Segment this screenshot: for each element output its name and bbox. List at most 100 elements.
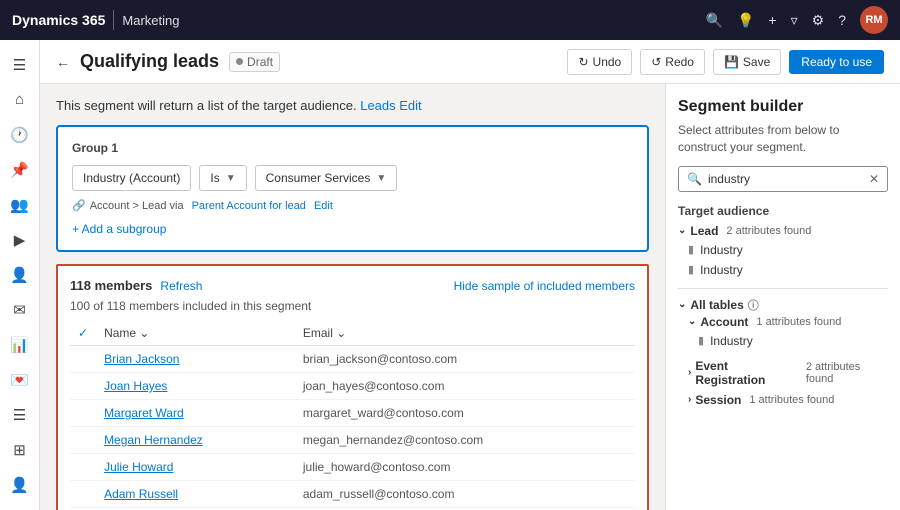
edit-link[interactable]: Edit bbox=[399, 98, 421, 113]
brand-divider bbox=[113, 10, 114, 30]
header-actions: ↻ Undo ↺ Redo 💾 Save Ready to use bbox=[567, 49, 884, 75]
main-layout: ☰ ⌂ 🕐 📌 👥 ▶ 👤 ✉ 📊 💌 ☰ ⊞ 👤 ← Qualifying l… bbox=[0, 40, 900, 510]
member-email: joan_hayes@contoso.com bbox=[295, 373, 635, 400]
filter-value[interactable]: Consumer Services ▼ bbox=[255, 165, 398, 191]
attr-icon-2: ▮ bbox=[688, 263, 694, 276]
path-icon: 🔗 bbox=[72, 199, 86, 212]
table-row: Joan Hayes joan_hayes@contoso.com bbox=[70, 373, 635, 400]
lead-industry-item-2[interactable]: ▮ Industry bbox=[678, 260, 888, 280]
builder-search[interactable]: 🔍 ✕ bbox=[678, 166, 888, 192]
sidebar-play-icon[interactable]: ▶ bbox=[2, 223, 38, 256]
filter-operator[interactable]: Is ▼ bbox=[199, 165, 246, 191]
search-icon: 🔍 bbox=[687, 172, 702, 186]
module-name: Marketing bbox=[122, 13, 179, 28]
page-body: This segment will return a list of the t… bbox=[40, 84, 900, 510]
lead-chevron: ⌄ bbox=[678, 225, 686, 236]
account-industry-item[interactable]: ▮ Industry bbox=[688, 331, 888, 351]
members-header: 118 members Refresh Hide sample of inclu… bbox=[70, 278, 635, 293]
member-name[interactable]: Joan Hayes bbox=[96, 373, 295, 400]
hide-members-button[interactable]: Hide sample of included members bbox=[454, 279, 635, 293]
save-button[interactable]: 💾 Save bbox=[713, 49, 781, 75]
lead-group: ⌄ Lead 2 attributes found ▮ Industry ▮ I… bbox=[678, 224, 888, 280]
filter-icon[interactable]: ▿ bbox=[791, 12, 798, 29]
redo-label: Redo bbox=[665, 55, 694, 69]
table-row: Margaret Ward margaret_ward@contoso.com bbox=[70, 400, 635, 427]
help-icon[interactable]: ? bbox=[838, 12, 846, 28]
back-button[interactable]: ← bbox=[56, 54, 70, 70]
undo-button[interactable]: ↻ Undo bbox=[567, 49, 632, 75]
sidebar-home-icon[interactable]: ⌂ bbox=[2, 83, 38, 116]
name-sort-icon[interactable]: ⌄ bbox=[139, 326, 149, 340]
save-icon: 💾 bbox=[724, 55, 739, 69]
user-avatar[interactable]: RM bbox=[860, 6, 888, 34]
lead-expand-header[interactable]: ⌄ Lead 2 attributes found bbox=[678, 224, 888, 238]
event-label: Event Registration bbox=[695, 359, 797, 387]
all-tables-label: All tables bbox=[690, 298, 743, 312]
member-name[interactable]: Adam Russell bbox=[96, 481, 295, 508]
search-icon[interactable]: 🔍 bbox=[706, 12, 723, 29]
session-header[interactable]: › Session 1 attributes found bbox=[688, 393, 888, 407]
member-name[interactable]: Brian Jackson bbox=[96, 346, 295, 373]
lead-industry-item-1[interactable]: ▮ Industry bbox=[678, 240, 888, 260]
sidebar-recent-icon[interactable]: 🕐 bbox=[2, 118, 38, 151]
filter-field[interactable]: Industry (Account) bbox=[72, 165, 191, 191]
account-chevron: ⌄ bbox=[688, 316, 696, 327]
add-subgroup-button[interactable]: + Add a subgroup bbox=[72, 222, 633, 236]
account-expand-header[interactable]: ⌄ Account 1 attributes found bbox=[688, 315, 888, 329]
search-input[interactable] bbox=[708, 172, 863, 186]
email-sort-icon[interactable]: ⌄ bbox=[336, 326, 346, 340]
lead-section-label: Lead bbox=[690, 224, 718, 238]
row-check bbox=[70, 346, 96, 373]
account-attr-icon: ▮ bbox=[698, 334, 704, 347]
table-row: Megan Hernandez megan_hernandez@contoso.… bbox=[70, 427, 635, 454]
session-subsection: › Session 1 attributes found bbox=[688, 393, 888, 407]
ready-to-use-button[interactable]: Ready to use bbox=[789, 50, 884, 74]
account-edit-link[interactable]: Edit bbox=[314, 200, 333, 212]
sidebar-chart-icon[interactable]: 📊 bbox=[2, 329, 38, 362]
row-check bbox=[70, 427, 96, 454]
status-label: Draft bbox=[247, 55, 273, 69]
member-name[interactable]: Julie Howard bbox=[96, 454, 295, 481]
lead-count: 2 attributes found bbox=[726, 225, 811, 237]
event-registration-header[interactable]: › Event Registration 2 attributes found bbox=[688, 359, 888, 387]
audience-type-link[interactable]: Leads bbox=[360, 98, 395, 113]
row-check bbox=[70, 400, 96, 427]
member-name[interactable]: Margaret Ward bbox=[96, 400, 295, 427]
refresh-button[interactable]: Refresh bbox=[160, 279, 202, 293]
sidebar-apps-icon[interactable]: ⊞ bbox=[2, 434, 38, 467]
row-check bbox=[70, 454, 96, 481]
sidebar-email-icon[interactable]: ✉ bbox=[2, 294, 38, 327]
member-email: adam_russell@contoso.com bbox=[295, 481, 635, 508]
sidebar-menu-icon[interactable]: ☰ bbox=[2, 48, 38, 81]
lightbulb-icon[interactable]: 💡 bbox=[737, 12, 754, 29]
sidebar-list-icon[interactable]: ☰ bbox=[2, 399, 38, 432]
redo-button[interactable]: ↺ Redo bbox=[640, 49, 705, 75]
all-tables-header[interactable]: ⌄ All tables ⓘ bbox=[678, 297, 888, 313]
segment-description: This segment will return a list of the t… bbox=[56, 98, 649, 113]
sidebar-mail2-icon[interactable]: 💌 bbox=[2, 364, 38, 397]
member-name[interactable]: Megan Hernandez bbox=[96, 427, 295, 454]
row-check bbox=[70, 373, 96, 400]
target-audience-label: Target audience bbox=[678, 204, 888, 218]
segment-builder: Segment builder Select attributes from b… bbox=[665, 84, 900, 510]
sidebar-person-icon[interactable]: 👤 bbox=[2, 469, 38, 502]
sidebar-pin-icon[interactable]: 📌 bbox=[2, 153, 38, 186]
all-tables-chevron: ⌄ bbox=[678, 299, 686, 310]
account-industry-label: Industry bbox=[710, 334, 753, 348]
col-check: ✓ bbox=[70, 321, 96, 346]
parent-account-label[interactable]: Parent Account for lead bbox=[192, 200, 306, 212]
group-box: Group 1 Industry (Account) Is ▼ Consumer… bbox=[56, 125, 649, 252]
sidebar-segment-icon[interactable]: 👤 bbox=[2, 258, 38, 291]
lead-industry-label-1: Industry bbox=[700, 243, 743, 257]
brand: Dynamics 365 Marketing bbox=[12, 10, 179, 30]
sidebar-contacts-icon[interactable]: 👥 bbox=[2, 188, 38, 221]
member-email: megan_hernandez@contoso.com bbox=[295, 427, 635, 454]
settings-icon[interactable]: ⚙ bbox=[812, 12, 825, 29]
redo-icon: ↺ bbox=[651, 55, 661, 69]
all-tables-group: ⌄ All tables ⓘ ⌄ Account 1 attributes fo… bbox=[678, 297, 888, 407]
account-subsection: ⌄ Account 1 attributes found ▮ Industry bbox=[688, 315, 888, 351]
clear-icon[interactable]: ✕ bbox=[869, 172, 879, 186]
content-area: ← Qualifying leads Draft ↻ Undo ↺ Redo 💾… bbox=[40, 40, 900, 510]
plus-icon[interactable]: + bbox=[768, 12, 776, 28]
page-header: ← Qualifying leads Draft ↻ Undo ↺ Redo 💾… bbox=[40, 40, 900, 84]
